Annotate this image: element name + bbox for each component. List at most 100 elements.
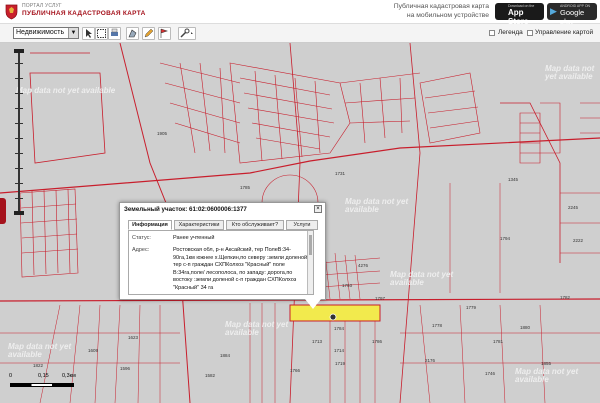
parcel-number: 1713 [312,339,323,344]
parcel-number: 1766 [290,368,301,373]
no-data-watermark: Map data not yet available [345,197,409,214]
popup-pointer [305,299,321,309]
map-toolbar: Недвижимость ▼ Легенда Управление картой [0,24,600,43]
find-parcel-button[interactable] [82,27,95,40]
printer-icon [111,28,118,36]
parcel-number: 1609 [88,348,99,353]
parcel-number: 1731 [335,171,346,176]
tools-button[interactable] [178,27,196,40]
parcel-number: 1822 [33,363,44,368]
layer-select[interactable]: Недвижимость ▼ [13,27,79,39]
parcel-number: 1884 [220,353,231,358]
google-play-button[interactable]: ▶ ANDROID APP ON Google play [547,3,597,26]
parcel-number: 1779 [466,305,477,310]
parcel-number: 2176 [425,358,436,363]
chevron-down-icon[interactable]: ▼ [68,28,78,38]
wrench-icon [180,28,193,38]
pencil-icon [144,28,154,38]
address-label: Адрес: [132,247,150,253]
parcel-number: 1784 [334,326,345,331]
tab-services[interactable]: Услуги [286,220,318,230]
parcel-number: 2222 [573,238,584,243]
popup-tabs: Информация Характеристики Кто обслуживае… [128,220,321,230]
map-control-label[interactable]: Управление картой [535,29,593,36]
zoom-tick [15,108,23,109]
portal-label: ПОРТАЛ УСЛУГ [22,3,62,9]
parcel-number: 1785 [240,185,251,190]
parcel-number: 1794 [500,236,511,241]
status-value: Ранее учтенный [173,235,215,241]
legend-label[interactable]: Легенда [498,29,523,36]
app-store-button[interactable]: Download on the App Store [495,3,544,26]
no-data-watermark: Map data not yet available [8,342,72,359]
tab-characteristics[interactable]: Характеристики [174,220,224,230]
zoom-tick [15,138,23,139]
info-panel: Статус: Ранее учтенный Адрес: Ростовская… [128,230,314,295]
zoom-tick [15,153,23,154]
draw-button[interactable] [142,27,155,40]
layer-select-value: Недвижимость [16,29,65,36]
parcel-number: 1778 [432,323,443,328]
select-area-button[interactable] [95,27,108,40]
parcel-number: 1793 [342,283,353,288]
mobile-promo-text: Публичная кадастровая карта на мобильном… [393,3,489,19]
coat-of-arms-logo[interactable] [4,3,19,20]
portal-title[interactable]: ПУБЛИЧНАЯ КАДАСТРОВАЯ КАРТА [22,10,146,17]
pointer-icon [86,29,92,38]
popup-title: Земельный участок: 61:02:0600006:1377 [124,206,247,213]
info-scrollbar[interactable] [307,231,313,294]
scale-label-mid: 0,15 [38,373,49,379]
parcel-number: 1623 [128,335,139,340]
scale-bar [10,383,74,387]
legend-checkbox[interactable] [489,30,495,36]
parcel-info-popup: Земельный участок: 61:02:0600006:1377 × … [119,202,326,300]
select-area-icon [97,29,106,38]
parcel-number: 1786 [372,339,383,344]
parcel-number: 1596 [120,366,131,371]
status-label: Статус: [132,235,151,241]
address-value: Ростовская обл, р-н Аксайский, тер ПолеВ… [173,247,309,291]
parcel-number: 1782 [560,295,571,300]
parcel-number: 1880 [520,325,531,330]
label-button[interactable] [158,27,171,40]
zoom-out-button[interactable] [14,211,24,215]
print-button[interactable] [108,27,121,40]
zoom-tick [15,123,23,124]
parcel-number: 4276 [358,263,369,268]
tab-information[interactable]: Информация [128,220,172,230]
measure-area-button[interactable] [126,27,139,40]
scale-label-end: 0,3км [62,373,76,379]
zoom-tick [15,63,23,64]
no-data-watermark: Map data not yet available [515,367,579,384]
map-control-checkbox[interactable] [527,30,533,36]
cadastral-map[interactable]: Map data not yet available Map data not … [0,43,600,403]
parcel-number: 1719 [335,361,346,366]
parcel-number: 1781 [493,339,504,344]
no-data-watermark: Map data not yet available [16,86,116,95]
parcel-number: 1797 [375,296,386,301]
zoom-tick [15,183,23,184]
parcel-number: 1582 [205,373,216,378]
parcel-number: 1714 [334,348,345,353]
tab-who-serves[interactable]: Кто обслуживает? [226,220,284,230]
play-icon: ▶ [550,6,557,16]
zoom-tick [15,168,23,169]
zoom-tick [15,93,23,94]
parcel-number: 1905 [157,131,168,136]
flag-icon [160,28,168,38]
close-icon[interactable]: × [314,205,322,213]
parcel-number: 1855 [541,361,552,366]
measure-area-icon [128,29,137,38]
no-data-watermark: Map data not yet available [545,64,595,81]
side-panel-toggle[interactable] [0,198,6,224]
zoom-slider[interactable] [18,53,20,213]
zoom-tick [15,78,23,79]
zoom-tick [15,198,23,199]
scale-label-start: 0 [9,373,13,379]
scrollbar-thumb[interactable] [309,235,312,255]
parcel-number: 1345 [508,177,519,182]
header-bar: ПОРТАЛ УСЛУГ ПУБЛИЧНАЯ КАДАСТРОВАЯ КАРТА… [0,0,600,26]
no-data-watermark: Map data not yet available [225,320,289,337]
parcel-number: 1746 [485,371,496,376]
no-data-watermark: Map data not yet available [390,270,454,287]
